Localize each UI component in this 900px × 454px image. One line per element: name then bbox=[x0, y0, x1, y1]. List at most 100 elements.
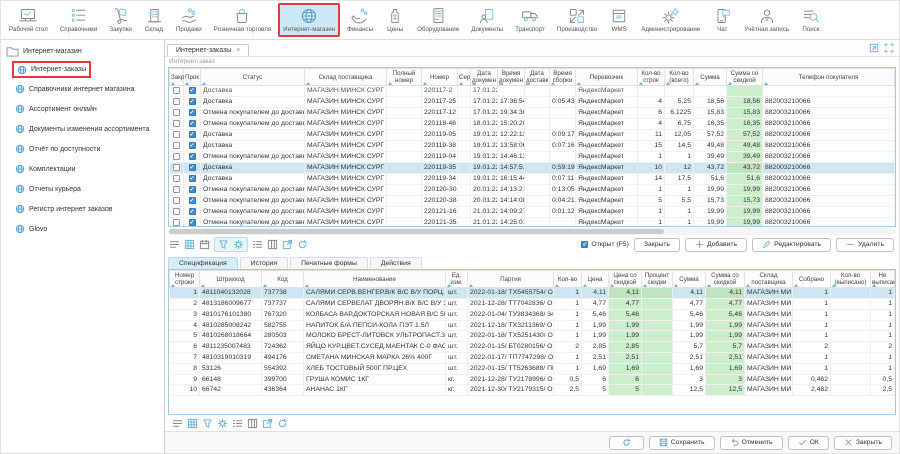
row-checkbox-checked[interactable]: ✓ bbox=[189, 164, 196, 171]
open-checkbox[interactable]: ✓ Открыт (F5) bbox=[581, 241, 629, 248]
order-row[interactable]: ✓ДоставкаМАГАЗИН МИНСК СУРГ220117-2517.0… bbox=[170, 97, 895, 108]
close-form-button[interactable]: Закрыть bbox=[834, 436, 892, 450]
column-header[interactable]: Партия bbox=[468, 271, 554, 288]
column-header[interactable]: Штрихкод bbox=[200, 271, 262, 288]
orders-hscrollbar[interactable] bbox=[168, 228, 896, 235]
order-row[interactable]: ✓ДоставкаМАГАЗИН МИНСК СУРГ220119-3819.0… bbox=[170, 141, 895, 152]
toolbar-item-globe[interactable]: Интернет-магазин bbox=[278, 3, 340, 37]
toolbar-item-chat[interactable]: Чат bbox=[707, 3, 737, 37]
sidebar-item-4[interactable]: Отчёт по доступности bbox=[12, 139, 103, 159]
row-checkbox-checked[interactable]: ✓ bbox=[189, 109, 196, 116]
order-row[interactable]: ✓ДоставкаМАГАЗИН МИНСК СУРГ220117-217.01… bbox=[170, 86, 895, 97]
column-header[interactable]: Сумма со скидкой bbox=[727, 69, 763, 86]
detail-tab-2[interactable]: Печатные формы bbox=[290, 257, 368, 269]
edit-order-button[interactable]: Редактировать bbox=[752, 238, 831, 252]
row-checkbox-checked[interactable]: ✓ bbox=[189, 219, 196, 226]
columns-icon[interactable] bbox=[247, 418, 258, 429]
toolbar-item-documents[interactable]: Документы bbox=[466, 3, 508, 37]
sidebar-item-0[interactable]: Интернет-заказы bbox=[12, 61, 91, 78]
order-row[interactable]: ✓Отмена покупателем до доставкиМАГАЗИН М… bbox=[170, 207, 895, 218]
row-checkbox-unchecked[interactable] bbox=[173, 208, 180, 215]
order-row[interactable]: ✓Отмена покупателем до доставкиМАГАЗИН М… bbox=[170, 218, 895, 227]
detail-tab-3[interactable]: Действия bbox=[370, 257, 422, 269]
column-header[interactable]: Наименование bbox=[304, 271, 446, 288]
refresh-arrows-icon[interactable] bbox=[297, 239, 308, 250]
toolbar-item-account[interactable]: Учётная запись bbox=[739, 3, 794, 37]
column-header[interactable]: Кол-во (выписано) bbox=[831, 271, 871, 288]
toolbar-item-production[interactable]: Производство bbox=[552, 3, 602, 37]
column-header[interactable]: Сумма со скидкой bbox=[706, 271, 745, 288]
row-checkbox-checked[interactable]: ✓ bbox=[189, 87, 196, 94]
checklist-icon[interactable] bbox=[232, 418, 243, 429]
gear-icon[interactable] bbox=[233, 239, 244, 250]
column-header[interactable]: Ед. изм. bbox=[446, 271, 468, 288]
spec-row[interactable]: 74810319010319494176СМЕТАНА МИНСКАЯ МАРК… bbox=[170, 353, 895, 364]
detail-tab-0[interactable]: Спецификация bbox=[168, 257, 238, 269]
add-order-button[interactable]: Добавить bbox=[685, 238, 747, 252]
column-header[interactable]: Сер bbox=[458, 69, 471, 86]
external-icon[interactable] bbox=[262, 418, 273, 429]
order-row[interactable]: ✓ДоставкаМАГАЗИН МИНСК СУРГ220119-3519.0… bbox=[170, 163, 895, 174]
row-checkbox-unchecked[interactable] bbox=[173, 98, 180, 105]
column-header[interactable]: Собрано bbox=[793, 271, 831, 288]
column-header[interactable]: Склад поставщика bbox=[305, 69, 387, 86]
toolbar-item-desktop[interactable]: Рабочий стол bbox=[4, 3, 53, 37]
column-header[interactable]: Склад поставщика bbox=[745, 271, 793, 288]
column-header[interactable]: Прок bbox=[184, 69, 201, 86]
row-checkbox-checked[interactable]: ✓ bbox=[189, 208, 196, 215]
sidebar-item-3[interactable]: Документы изменения ассортимента bbox=[12, 119, 152, 139]
close-order-button[interactable]: Закрыть bbox=[634, 238, 680, 252]
toolbar-item-retail-bag[interactable]: Розничная торговля bbox=[209, 3, 276, 37]
row-checkbox-unchecked[interactable] bbox=[173, 219, 180, 226]
toolbar-item-wms-box[interactable]: WMS bbox=[604, 3, 634, 37]
sidebar-item-1[interactable]: Справочники интернет магазина bbox=[12, 79, 138, 99]
columns-icon[interactable] bbox=[267, 239, 278, 250]
column-header[interactable]: Кол-во bbox=[554, 271, 582, 288]
order-row[interactable]: ✓Отмена покупателем до доставкиМАГАЗИН М… bbox=[170, 108, 895, 119]
lines3-icon[interactable] bbox=[172, 418, 183, 429]
spec-row[interactable]: 14811040132028737738САЛЯМИ СЕРВ.ВЕНГЕР.В… bbox=[170, 288, 895, 299]
spec-row[interactable]: 1066742436364АНАНАС 1КГкг.2021-12-30/ ТУ… bbox=[170, 385, 895, 396]
column-header[interactable]: Код bbox=[262, 271, 304, 288]
row-checkbox-unchecked[interactable] bbox=[173, 109, 180, 116]
column-header[interactable]: Кол-во (всего) bbox=[665, 69, 694, 86]
order-row[interactable]: ✓Отмена покупателем до доставкиМАГАЗИН М… bbox=[170, 119, 895, 130]
column-header[interactable]: Статус bbox=[201, 69, 305, 86]
row-checkbox-unchecked[interactable] bbox=[173, 131, 180, 138]
row-checkbox-unchecked[interactable] bbox=[173, 175, 180, 182]
spec-row[interactable]: 44810285008242582755НАПИТОК Б/А ПЕПСИ-КО… bbox=[170, 320, 895, 331]
toolbar-item-equipment[interactable]: Оборудование bbox=[412, 3, 464, 37]
row-checkbox-checked[interactable]: ✓ bbox=[189, 186, 196, 193]
column-header[interactable]: Дата докумен bbox=[471, 69, 498, 86]
column-header[interactable]: Сумма bbox=[673, 271, 706, 288]
lines3-icon[interactable] bbox=[169, 239, 180, 250]
hscrollbar-thumb[interactable] bbox=[169, 229, 664, 234]
column-header[interactable]: Кол-во строк bbox=[638, 69, 665, 86]
row-checkbox-unchecked[interactable] bbox=[173, 142, 180, 149]
sidebar-item-6[interactable]: Отчеты курьера bbox=[12, 179, 84, 199]
column-header[interactable]: Сумма bbox=[694, 69, 727, 86]
spec-row[interactable]: 966148399700ГРУША КОМИС 1КГкг.2021-12-28… bbox=[170, 374, 895, 385]
refresh-button[interactable] bbox=[609, 436, 644, 450]
row-checkbox-checked[interactable]: ✓ bbox=[189, 120, 196, 127]
column-header[interactable]: Цена со скидкой bbox=[609, 271, 642, 288]
funnel-icon[interactable] bbox=[202, 418, 213, 429]
gear-icon[interactable] bbox=[217, 418, 228, 429]
detail-tab-1[interactable]: История bbox=[240, 257, 288, 269]
column-header[interactable]: Дата доставк bbox=[525, 69, 550, 86]
toolbar-item-sales[interactable]: Продажи bbox=[171, 3, 207, 37]
column-header[interactable]: Процент скидки bbox=[642, 271, 673, 288]
save-button[interactable]: Сохранить bbox=[649, 436, 715, 450]
column-header[interactable]: Цена bbox=[582, 271, 609, 288]
checklist-icon[interactable] bbox=[252, 239, 263, 250]
spec-row[interactable]: 54810268018664280503МОЛОКО БРЕСТ-ЛИТОВСК… bbox=[170, 331, 895, 342]
checkbox-checked-icon[interactable]: ✓ bbox=[581, 241, 588, 248]
row-checkbox-unchecked[interactable] bbox=[173, 197, 180, 204]
sidebar-item-7[interactable]: Регистр интернет заказов bbox=[12, 199, 116, 219]
funnel-icon[interactable] bbox=[218, 239, 229, 250]
tab-internet-orders[interactable]: Интернет-заказы × bbox=[167, 44, 249, 56]
toolbar-item-directory[interactable]: Справочники bbox=[55, 3, 102, 37]
spec-row[interactable]: 34810176101380767320КОЛБАСА ВАР.ДОКТОРСК… bbox=[170, 309, 895, 320]
column-header[interactable]: Телефон покупателя bbox=[763, 69, 895, 86]
order-row[interactable]: ✓ДоставкаМАГАЗИН МИНСК СУРГ220119-0519.0… bbox=[170, 130, 895, 141]
